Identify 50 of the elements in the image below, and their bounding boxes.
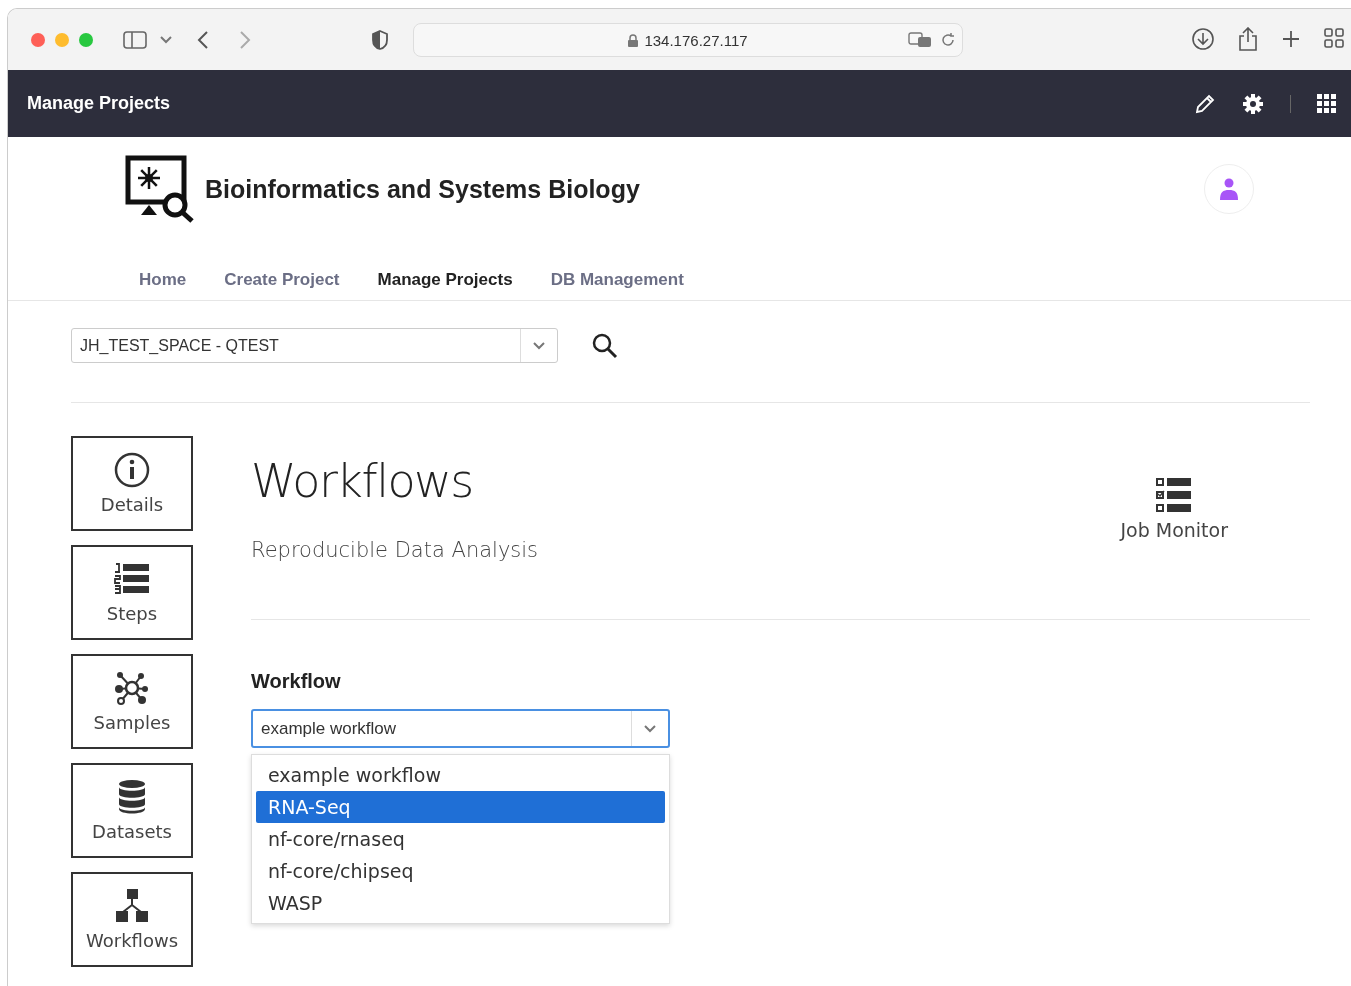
tab-overview-icon[interactable] (1323, 27, 1345, 49)
field-label: Workflow (251, 670, 342, 693)
sidebar-tile[interactable]: Steps (71, 545, 193, 640)
sidebar-icon[interactable] (123, 30, 147, 49)
user-avatar-button[interactable] (1204, 164, 1254, 214)
nav-tab[interactable]: DB Management (550, 260, 684, 300)
page-title: Manage Projects (27, 93, 172, 114)
apps-grid-icon[interactable] (1317, 93, 1337, 114)
close-window-button[interactable] (31, 32, 45, 47)
nav-tab[interactable]: Home (139, 260, 187, 300)
chevron-down-icon (532, 341, 546, 350)
sidebar-tile[interactable]: Datasets (71, 763, 193, 858)
search-icon[interactable] (592, 332, 618, 359)
project-select[interactable]: JH_TEST_SPACE - QTEST (71, 328, 558, 363)
network-icon (114, 670, 150, 706)
lock-icon (628, 33, 639, 47)
sidebar-tile[interactable]: Details (71, 436, 193, 531)
dropdown-option[interactable]: WASP (256, 887, 665, 919)
dropdown-option[interactable]: example workflow (256, 759, 665, 791)
dropdown-option[interactable]: nf-core/rnaseq (256, 823, 665, 855)
user-icon (1220, 178, 1238, 200)
logo-icon (125, 155, 195, 223)
dropdown-caret-icon (159, 35, 173, 44)
chevron-down-icon (643, 724, 657, 733)
dropdown-option[interactable]: RNA-Seq (256, 791, 665, 823)
settings-icon[interactable] (1242, 92, 1264, 115)
shield-icon[interactable] (371, 29, 389, 50)
address-text: 134.176.27.117 (644, 31, 748, 49)
address-bar[interactable]: 134.176.27.117 (413, 23, 963, 57)
site-title: Bioinformatics and Systems Biology (205, 174, 641, 204)
pencil-icon[interactable] (1194, 92, 1216, 115)
job-monitor-button[interactable]: Job Monitor (1114, 476, 1234, 619)
share-icon[interactable] (1237, 27, 1259, 51)
sidebar-tile[interactable]: Samples (71, 654, 193, 749)
sidebar-tile[interactable]: Workflows (71, 872, 193, 967)
translate-icon[interactable] (908, 32, 932, 48)
download-icon[interactable] (1191, 27, 1215, 51)
dropdown-option[interactable]: nf-core/chipseq (256, 855, 665, 887)
workflow-select[interactable]: example workflow (251, 709, 670, 748)
section-heading: Workflows (251, 454, 474, 508)
hierarchy-icon (114, 888, 150, 924)
checklist-icon (1156, 477, 1193, 513)
nav-tab[interactable]: Manage Projects (377, 260, 513, 300)
back-icon[interactable] (197, 29, 209, 50)
info-icon (114, 452, 150, 488)
nav-tab[interactable]: Create Project (224, 260, 340, 300)
section-subtitle: Reproducible Data Analysis (251, 538, 539, 562)
reload-icon[interactable] (940, 32, 956, 48)
numbered-list-icon (114, 561, 150, 597)
database-icon (117, 779, 147, 815)
